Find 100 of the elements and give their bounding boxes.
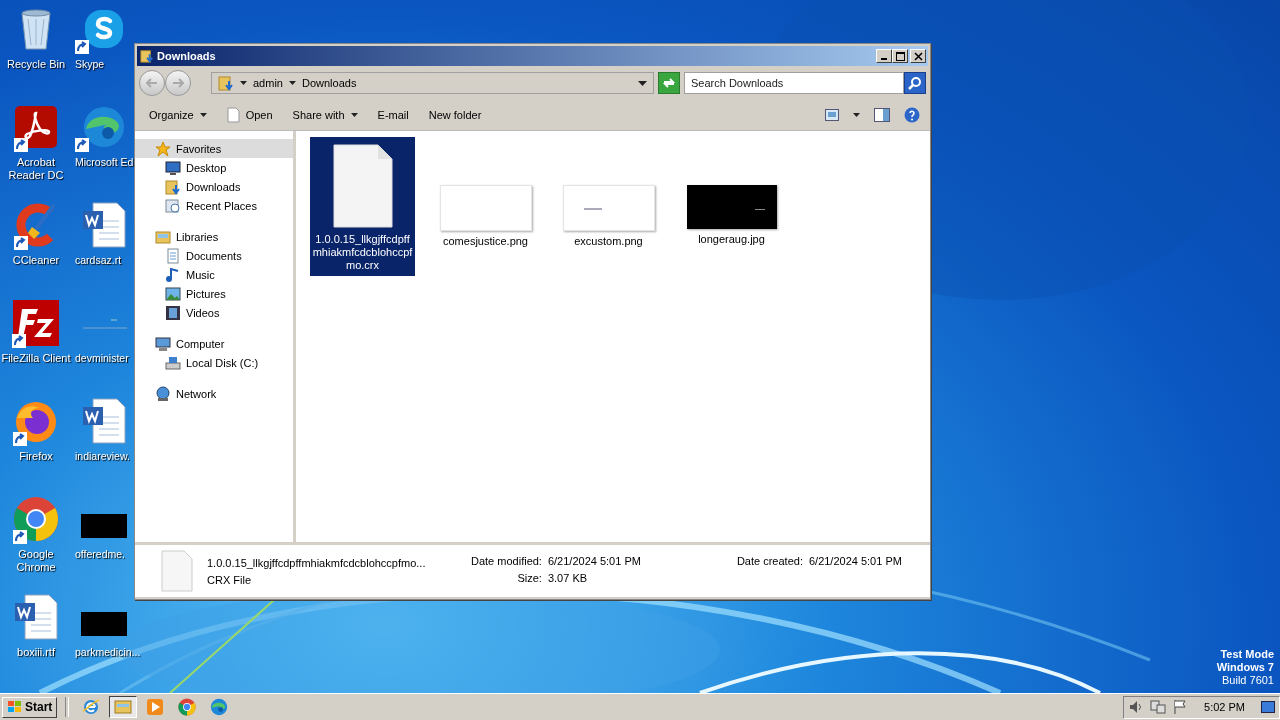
- navigation-item[interactable]: Documents: [135, 246, 293, 265]
- monitor-icon: [165, 159, 181, 176]
- navigation-item[interactable]: Videos: [135, 303, 293, 322]
- breadcrumb-item[interactable]: admin: [253, 77, 283, 89]
- navigation-item[interactable]: Local Disk (C:): [135, 353, 293, 372]
- acrobat-icon: [14, 105, 58, 149]
- system-info-text: Build 7601: [1221, 674, 1274, 687]
- desktop-icon: [1261, 701, 1275, 713]
- word-document-icon: [81, 201, 127, 249]
- windows-logo-icon: [7, 700, 23, 714]
- detail-value: 3.07 KB: [547, 572, 589, 584]
- folder-download-icon: [165, 178, 181, 195]
- file-item[interactable]: excustom.png: [556, 137, 661, 252]
- word-document-icon: [13, 593, 59, 641]
- start-button[interactable]: Start: [2, 696, 58, 718]
- search-button[interactable]: [904, 72, 926, 94]
- picture-icon: [165, 285, 181, 302]
- navigation-item[interactable]: Desktop: [135, 158, 293, 177]
- play-icon: [146, 698, 165, 716]
- desktop-shortcut[interactable]: devminister: [75, 298, 133, 396]
- navigation-item[interactable]: Downloads: [135, 177, 293, 196]
- film-icon: [165, 304, 181, 321]
- detail-label: Size:: [516, 572, 542, 584]
- caret-icon: [199, 113, 207, 117]
- document-icon: [165, 247, 181, 264]
- desktop-shortcut[interactable]: Microsoft Ed: [75, 102, 134, 200]
- folder-icon: [140, 49, 154, 63]
- image-thumbnail: [81, 612, 127, 636]
- caret-icon: [240, 81, 247, 85]
- star-icon: [155, 140, 171, 157]
- file-item[interactable]: longeraug.jpg: [679, 137, 784, 250]
- taskbar-app-button[interactable]: [109, 696, 138, 718]
- document-icon: [331, 143, 394, 229]
- toolbar-button[interactable]: Open: [218, 104, 281, 126]
- maximize-button[interactable]: [892, 49, 908, 63]
- view-icon: [825, 109, 839, 121]
- desktop-shortcut[interactable]: cardsaz.rt: [75, 200, 133, 298]
- close-icon: [913, 51, 923, 61]
- folder-icon: [114, 698, 133, 716]
- e-logo-icon: [82, 698, 101, 716]
- s-logo-icon: [83, 8, 125, 50]
- close-button[interactable]: [910, 49, 926, 63]
- network-icon: [155, 385, 171, 402]
- window-title: Downloads: [157, 50, 216, 62]
- desktop-shortcut[interactable]: Skype: [75, 4, 133, 102]
- flag-icon[interactable]: [1172, 699, 1189, 715]
- document-icon: [161, 550, 193, 592]
- file-name: 1.0.0.15_llkgjffcdpffmhiakmfcdcblohccpfmo...: [207, 556, 427, 569]
- caret-icon: [350, 113, 358, 117]
- address-bar[interactable]: admin Downloads: [211, 72, 654, 94]
- document-icon: [226, 107, 240, 123]
- back-arrow-icon: [146, 78, 158, 88]
- dropdown-arrow-icon[interactable]: [638, 80, 647, 86]
- edge-icon: [210, 698, 229, 716]
- clock[interactable]: 5:02 PM: [1204, 701, 1245, 713]
- desktop-shortcut[interactable]: Acrobat Reader DC: [0, 102, 72, 200]
- navigation-item[interactable]: Computer: [135, 334, 293, 353]
- folder-icon: [218, 75, 234, 91]
- refresh-arrows-icon: [662, 77, 676, 89]
- ccleaner-icon: [14, 203, 58, 247]
- recent-places-icon: [165, 197, 181, 214]
- network-icon[interactable]: [1150, 699, 1167, 715]
- navigation-item[interactable]: Network: [135, 384, 293, 403]
- breadcrumb-item[interactable]: Downloads: [301, 77, 357, 89]
- navigation-item[interactable]: Libraries: [135, 227, 293, 246]
- search-icon: [908, 76, 922, 90]
- file-item[interactable]: comesjustice.png: [433, 137, 538, 252]
- file-item[interactable]: 1.0.0.15_llkgjffcdpffmhiakmfcdcblohccpfmo.crx: [310, 137, 415, 276]
- navigation-item[interactable]: Pictures: [135, 284, 293, 303]
- detail-label: Date modified:: [471, 555, 542, 567]
- music-note-icon: [165, 266, 181, 283]
- file-type: CRX File: [207, 573, 252, 586]
- organize-button[interactable]: Organize: [141, 106, 215, 124]
- file-name: longeraug.jpg: [697, 233, 766, 246]
- minimize-button[interactable]: [876, 49, 892, 63]
- edge-icon: [82, 105, 126, 149]
- desktop-shortcut[interactable]: Firefox: [0, 396, 72, 494]
- search-field[interactable]: Search Downloads: [684, 72, 904, 94]
- detail-value: 6/21/2024 5:01 PM: [808, 555, 902, 567]
- show-desktop-button[interactable]: [1261, 701, 1275, 713]
- navigation-item[interactable]: Music: [135, 265, 293, 284]
- caret-icon: [288, 81, 296, 85]
- filezilla-icon: [12, 299, 60, 347]
- desktop-shortcut[interactable]: Recycle Bin: [0, 4, 72, 102]
- caret-icon: [853, 113, 860, 117]
- navigation-item[interactable]: Recent Places: [135, 196, 293, 215]
- drive-icon: [165, 354, 181, 371]
- forward-arrow-icon: [172, 78, 184, 88]
- toolbar-button[interactable]: E-mail: [369, 106, 417, 124]
- help-icon: [904, 107, 920, 123]
- navigation-item[interactable]: Favorites: [135, 139, 293, 158]
- desktop-shortcut[interactable]: CCleaner: [0, 200, 72, 298]
- toolbar-button[interactable]: New folder: [420, 106, 490, 124]
- toolbar-button[interactable]: Share with: [284, 106, 366, 124]
- refresh-button[interactable]: [658, 72, 680, 94]
- system-info-text: Windows 7: [1216, 661, 1274, 674]
- system-info-text: Test Mode: [1219, 648, 1274, 661]
- chrome-icon: [13, 496, 59, 542]
- detail-label: Date created:: [736, 555, 803, 567]
- desktop-shortcut[interactable]: FileZilla Client: [0, 298, 72, 396]
